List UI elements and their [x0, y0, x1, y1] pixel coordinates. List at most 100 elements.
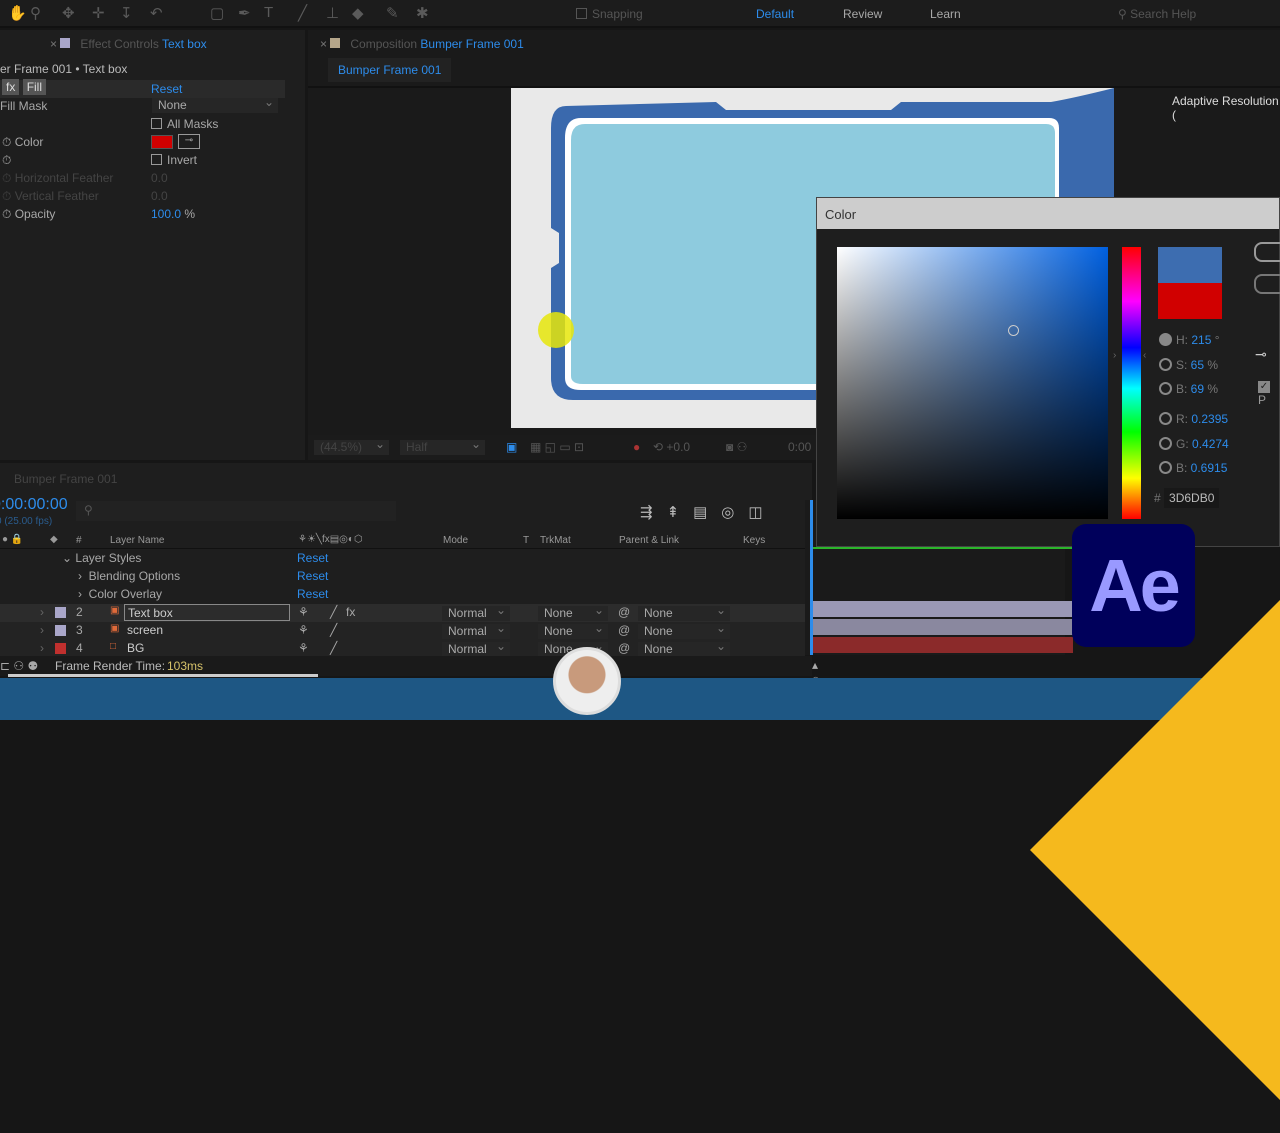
reset-link[interactable]: Reset: [297, 587, 328, 601]
fill-effect-row[interactable]: fx Fill Reset: [0, 79, 285, 98]
label-color[interactable]: [55, 643, 66, 654]
reset-link[interactable]: Reset: [151, 82, 182, 96]
blending-options-row[interactable]: › Blending Options Reset: [0, 568, 805, 586]
quality-switch-icon[interactable]: ╱: [330, 605, 337, 619]
zoom-dropdown[interactable]: (44.5%): [314, 437, 389, 455]
layer-bar-bg[interactable]: [813, 637, 1073, 653]
r-value[interactable]: 0.2395: [1191, 412, 1228, 426]
cancel-button[interactable]: [1254, 274, 1280, 294]
pickwhip-icon[interactable]: @: [618, 641, 630, 655]
reset-link[interactable]: Reset: [297, 569, 328, 583]
brush-tool-icon[interactable]: ╱: [298, 4, 307, 22]
hue-slider[interactable]: [1122, 247, 1141, 519]
stopwatch-icon[interactable]: ⏱: [2, 153, 11, 168]
invert-checkbox[interactable]: Invert: [151, 153, 197, 167]
dolly-tool-icon[interactable]: ↧: [120, 4, 133, 22]
opacity-value[interactable]: 100.0 %: [151, 207, 195, 221]
channel-icon[interactable]: ●: [633, 440, 640, 454]
layer-name[interactable]: Text box: [124, 604, 290, 621]
timecode[interactable]: 0:00:00:00: [0, 496, 68, 514]
composition-tab[interactable]: × Composition Bumper Frame 001: [320, 37, 524, 51]
shy-switch-icon[interactable]: ⚘: [298, 623, 309, 637]
hex-field[interactable]: # 3D6DB0: [1154, 488, 1220, 508]
puppet-tool-icon[interactable]: ✱: [416, 4, 429, 22]
shy-switch-icon[interactable]: ⚘: [298, 641, 309, 655]
workspace-review[interactable]: Review: [843, 7, 882, 21]
eraser-tool-icon[interactable]: ◆: [352, 4, 364, 22]
expand-arrow-icon[interactable]: ›: [40, 623, 44, 637]
trkmat-dropdown[interactable]: None: [538, 621, 608, 639]
mode-dropdown[interactable]: Normal: [442, 639, 510, 657]
grid-icon[interactable]: ▦ ◱ ▭ ⊡: [530, 440, 584, 454]
layer-bar-text-box[interactable]: [813, 601, 1073, 617]
h-field[interactable]: H: 215 °: [1159, 333, 1220, 347]
shy-switch-icon[interactable]: ⚘: [298, 605, 309, 619]
r-field[interactable]: R: 0.2395: [1159, 412, 1228, 426]
search-help-input[interactable]: ⚲ Search Help: [1118, 7, 1196, 21]
layer-name[interactable]: screen: [124, 622, 290, 639]
pickwhip-icon[interactable]: @: [618, 605, 630, 619]
pen-tool-icon[interactable]: ✒: [238, 4, 251, 22]
color-overlay-row[interactable]: › Color Overlay Reset: [0, 586, 805, 604]
timeline-switches-icons[interactable]: ⇶⇞▤◎◫: [640, 503, 777, 521]
stamp-tool-icon[interactable]: ⊥: [326, 4, 339, 22]
stopwatch-icon[interactable]: ⏱: [2, 135, 11, 149]
label-color[interactable]: [55, 625, 66, 636]
parent-dropdown[interactable]: None: [638, 621, 730, 639]
pickwhip-icon[interactable]: @: [618, 623, 630, 637]
mode-dropdown[interactable]: Normal: [442, 621, 510, 639]
b-field[interactable]: B: 69 %: [1159, 382, 1218, 396]
color-swatch[interactable]: [151, 135, 173, 149]
blue-value[interactable]: 0.6915: [1191, 461, 1228, 475]
g-value[interactable]: 0.4274: [1192, 437, 1229, 451]
effect-controls-tab[interactable]: × Effect Controls Text box: [50, 37, 207, 51]
reset-link[interactable]: Reset: [297, 551, 328, 565]
text-tool-icon[interactable]: T: [264, 4, 273, 21]
mode-dropdown[interactable]: Normal: [442, 603, 510, 621]
preview-checkbox[interactable]: ✓ P: [1258, 378, 1279, 407]
layer-bar-screen[interactable]: [813, 619, 1073, 635]
s-value[interactable]: 65: [1191, 358, 1204, 372]
layer-row[interactable]: › 2 ▣ Text box ⚘ ╱ fx Normal None @ None: [0, 603, 805, 622]
color-picker-cursor[interactable]: [1008, 325, 1019, 336]
s-field[interactable]: S: 65 %: [1159, 358, 1218, 372]
hex-value[interactable]: 3D6DB0: [1164, 488, 1220, 508]
timeline-tab[interactable]: Bumper Frame 001: [14, 472, 117, 486]
b-value[interactable]: 69: [1191, 382, 1204, 396]
blue-field[interactable]: B: 0.6915: [1159, 461, 1227, 475]
fill-mask-dropdown[interactable]: None: [152, 95, 278, 113]
timeline-search-input[interactable]: ⚲: [76, 501, 396, 521]
work-area-bar[interactable]: [813, 547, 1073, 549]
all-masks-checkbox[interactable]: All Masks: [151, 117, 218, 131]
layer-name-header[interactable]: Layer Name: [110, 535, 164, 546]
parent-dropdown[interactable]: None: [638, 639, 730, 657]
old-color-swatch[interactable]: [1158, 283, 1222, 319]
rotate-tool-icon[interactable]: ↶: [150, 4, 163, 22]
g-field[interactable]: G: 0.4274: [1159, 437, 1229, 451]
hand-tool-icon[interactable]: ✋: [8, 4, 27, 22]
zoom-tool-icon[interactable]: ⚲: [30, 4, 41, 22]
snapping-checkbox[interactable]: Snapping: [576, 7, 643, 21]
ok-button[interactable]: [1254, 242, 1280, 262]
quality-switch-icon[interactable]: ╱: [330, 623, 337, 637]
saturation-brightness-field[interactable]: [837, 247, 1108, 519]
fx-switch-icon[interactable]: fx: [346, 605, 355, 619]
eyedropper-icon[interactable]: ⊸: [1255, 346, 1267, 363]
rectangle-tool-icon[interactable]: ▢: [210, 4, 224, 22]
layer-row[interactable]: › 3 ▣ screen ⚘ ╱ Normal None @ None: [0, 621, 805, 640]
expand-arrow-icon[interactable]: ›: [40, 641, 44, 655]
layer-name[interactable]: BG: [124, 640, 290, 657]
quality-switch-icon[interactable]: ╱: [330, 641, 337, 655]
layer-styles-row[interactable]: ⌄ Layer Styles Reset: [0, 550, 805, 568]
opacity-number[interactable]: 100.0: [151, 207, 181, 221]
timeline-scrollbar[interactable]: [8, 674, 318, 677]
h-value[interactable]: 215: [1191, 333, 1211, 347]
comp-subtab[interactable]: Bumper Frame 001: [328, 58, 452, 82]
pan-tool-icon[interactable]: ✛: [92, 4, 105, 22]
workspace-learn[interactable]: Learn: [930, 7, 961, 21]
parent-dropdown[interactable]: None: [638, 603, 730, 621]
roto-tool-icon[interactable]: ✎: [386, 4, 399, 22]
stopwatch-icon[interactable]: ⏱: [2, 207, 11, 221]
trkmat-dropdown[interactable]: None: [538, 603, 608, 621]
status-icons[interactable]: ⊏ ⚇ ⚉: [0, 659, 38, 673]
